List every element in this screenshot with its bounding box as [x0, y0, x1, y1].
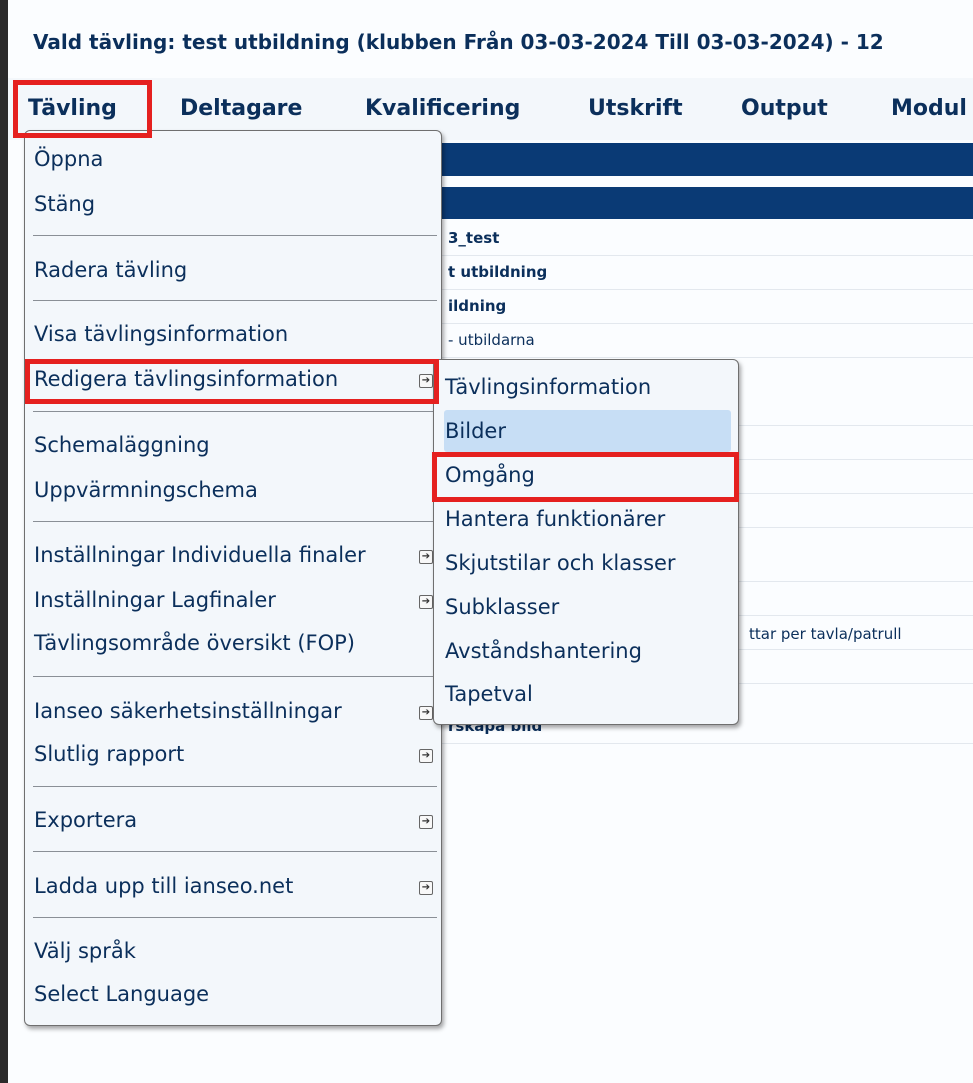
menu-separator: [33, 676, 437, 677]
submenu-item-tavlingsinformation[interactable]: Tävlingsinformation: [445, 375, 651, 399]
table-row: t utbildning: [442, 256, 973, 290]
menu-item-installningar-lagfinaler[interactable]: Inställningar Lagfinaler: [34, 588, 276, 612]
menu-separator: [33, 786, 437, 787]
menubar-item-output[interactable]: Output: [741, 96, 828, 121]
menu-item-uppvarmningschema[interactable]: Uppvärmningschema: [34, 478, 258, 502]
menu-item-ladda-upp[interactable]: Ladda upp till ianseo.net: [34, 874, 293, 898]
submenu-item-avstandshantering[interactable]: Avståndshantering: [445, 639, 642, 663]
submenu-arrow-icon: ➔: [419, 595, 433, 609]
menubar-item-deltagare[interactable]: Deltagare: [180, 96, 302, 121]
menu-item-installningar-individuella-finaler[interactable]: Inställningar Individuella finaler: [34, 543, 366, 567]
menu-item-select-language[interactable]: Select Language: [34, 982, 209, 1006]
menu-item-exportera[interactable]: Exportera: [34, 808, 137, 832]
menu-item-schemalaggning[interactable]: Schemaläggning: [34, 433, 210, 457]
menu-separator: [33, 235, 437, 236]
menu-item-tavlingsomrade-oversikt[interactable]: Tävlingsområde översikt (FOP): [34, 631, 355, 655]
section-header-band: [442, 143, 973, 176]
table-row: ttar per tavla/patrull: [749, 625, 902, 643]
menu-item-visa-tavlingsinformation[interactable]: Visa tävlingsinformation: [34, 322, 288, 346]
table-row: ildning: [442, 290, 973, 324]
submenu-item-skjutstilar-och-klasser[interactable]: Skjutstilar och klasser: [445, 551, 676, 575]
highlight-box-omgang: [432, 452, 739, 502]
submenu-arrow-icon: ➔: [419, 749, 433, 763]
menubar-item-kvalificering[interactable]: Kvalificering: [365, 96, 520, 121]
submenu-arrow-icon: ➔: [419, 706, 433, 720]
menu-separator: [33, 917, 437, 918]
menu-item-valj-sprak[interactable]: Välj språk: [34, 939, 136, 963]
menu-item-ianseo-sakerhetsinstallningar[interactable]: Ianseo säkerhetsinställningar: [34, 699, 342, 723]
table-row: - utbildarna: [442, 324, 973, 358]
menu-separator: [33, 411, 437, 412]
menu-separator: [33, 851, 437, 852]
window-left-border: [0, 0, 8, 1083]
redigera-submenu: Tävlingsinformation Bilder Omgång Hanter…: [433, 359, 739, 725]
menubar-item-modul[interactable]: Modul: [891, 96, 967, 121]
section-header-band: [442, 187, 973, 219]
submenu-arrow-icon: ➔: [419, 550, 433, 564]
submenu-item-bilder[interactable]: Bilder: [445, 419, 506, 443]
table-row: 3_test: [442, 222, 973, 256]
page-title: Vald tävling: test utbildning (klubben F…: [33, 30, 884, 54]
menu-item-oppna[interactable]: Öppna: [34, 147, 103, 171]
submenu-arrow-icon: ➔: [419, 881, 433, 895]
highlight-box-tavling: [13, 80, 152, 138]
menubar-item-utskrift[interactable]: Utskrift: [588, 96, 683, 121]
submenu-item-subklasser[interactable]: Subklasser: [445, 595, 559, 619]
submenu-item-tapetval[interactable]: Tapetval: [445, 682, 533, 706]
submenu-item-hantera-funktionarer[interactable]: Hantera funktionärer: [445, 507, 665, 531]
submenu-arrow-icon: ➔: [419, 815, 433, 829]
menu-separator: [33, 300, 437, 301]
tavling-dropdown-menu: Öppna Stäng Radera tävling Visa tävlings…: [24, 130, 442, 1026]
menu-item-slutlig-rapport[interactable]: Slutlig rapport: [34, 742, 184, 766]
menu-item-radera-tavling[interactable]: Radera tävling: [34, 258, 187, 282]
menu-separator: [33, 521, 437, 522]
highlight-box-redigera: [25, 359, 439, 404]
menu-item-stang[interactable]: Stäng: [34, 192, 95, 216]
